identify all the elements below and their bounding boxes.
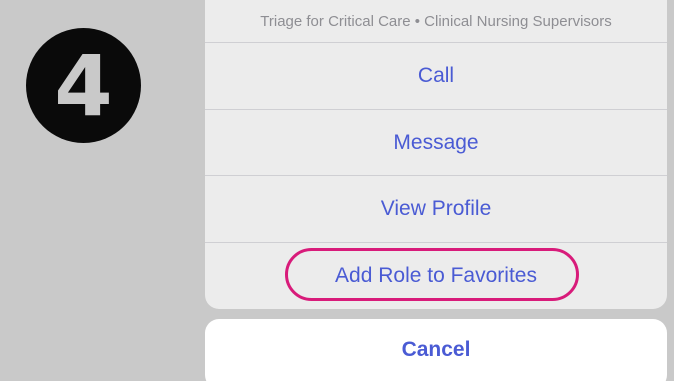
call-button-label: Call	[417, 63, 455, 87]
call-button[interactable]: Call	[205, 42, 667, 108]
cancel-button[interactable]: Cancel	[205, 319, 667, 381]
cancel-button-label: Cancel	[401, 338, 471, 361]
view-profile-button-label: View Profile	[380, 196, 492, 220]
action-sheet-title: Triage for Critical Care • Clinical Nurs…	[260, 12, 612, 30]
add-role-to-favorites-button[interactable]: Add Role to Favorites	[205, 242, 667, 308]
action-sheet: Triage for Critical Care • Clinical Nurs…	[205, 0, 667, 309]
step-number: 4	[54, 36, 113, 135]
add-role-to-favorites-label: Add Role to Favorites	[335, 263, 537, 287]
screen: 4 Triage for Critical Care • Clinical Nu…	[0, 0, 674, 381]
step-number-badge: 4	[26, 28, 141, 143]
view-profile-button[interactable]: View Profile	[205, 175, 667, 241]
message-button-label: Message	[393, 130, 479, 154]
message-button[interactable]: Message	[205, 109, 667, 175]
